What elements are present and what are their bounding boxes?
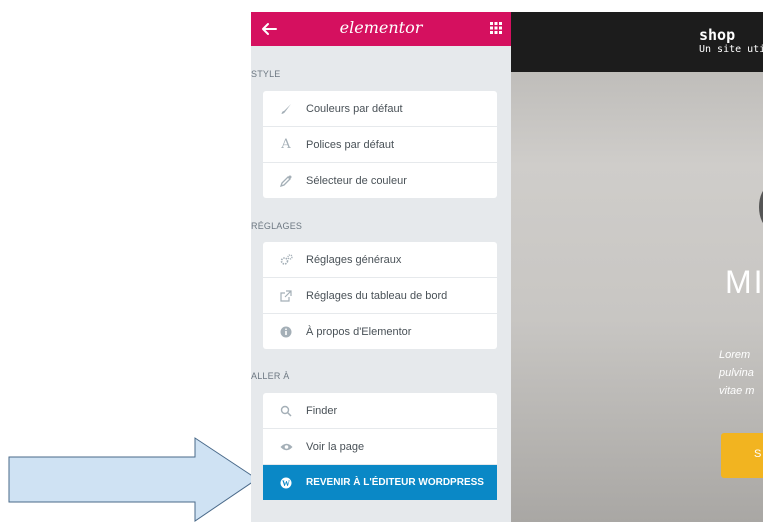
menu-item-label: Polices par défaut <box>306 138 395 151</box>
info-icon <box>279 325 293 339</box>
section-title-settings: RÉGLAGES <box>251 221 303 231</box>
panel-header: elementor <box>251 12 511 46</box>
svg-text:W: W <box>282 479 290 488</box>
menu-item-label: Voir la page <box>306 440 365 453</box>
elementor-logo: elementor <box>339 18 423 37</box>
menu-item-color-picker[interactable]: Sélecteur de couleur <box>263 163 497 198</box>
menu-item-back-to-wordpress-editor[interactable]: W REVENIR À L'ÉDITEUR WORDPRESS <box>263 465 497 500</box>
menu-item-default-fonts[interactable]: A Polices par défaut <box>263 127 497 163</box>
elementor-panel: elementor STYLE Couleurs par défaut A Po… <box>251 12 511 522</box>
menu-item-label: Réglages du tableau de bord <box>306 289 448 302</box>
style-menu: Couleurs par défaut A Polices par défaut… <box>263 91 497 198</box>
hero-title: MI <box>725 264 763 300</box>
hero-text-line: pulvina <box>719 367 754 379</box>
menu-item-view-page[interactable]: Voir la page <box>263 429 497 465</box>
cogs-icon <box>279 253 293 267</box>
section-title-go-to: ALLER À <box>251 371 290 381</box>
menu-item-general-settings[interactable]: Réglages généraux <box>263 242 497 278</box>
wordpress-icon: W <box>279 476 293 490</box>
menu-item-dashboard-settings[interactable]: Réglages du tableau de bord <box>263 278 497 314</box>
hero-button[interactable]: S <box>721 433 763 478</box>
menu-item-label: À propos d'Elementor <box>306 325 412 338</box>
eye-icon <box>279 440 293 454</box>
hero-text-line: Lorem <box>719 349 751 361</box>
menu-item-finder[interactable]: Finder <box>263 393 497 429</box>
hero-button-label: S <box>754 448 762 460</box>
menu-item-label: Sélecteur de couleur <box>306 174 407 187</box>
annotation-arrow <box>8 437 258 522</box>
hero-text: Lorem pulvina vitae m <box>719 346 763 400</box>
menu-item-default-colors[interactable]: Couleurs par défaut <box>263 91 497 127</box>
site-title[interactable]: shop <box>699 26 735 44</box>
menu-item-label: Réglages généraux <box>306 253 402 266</box>
eyedropper-icon <box>279 174 293 188</box>
menu-item-label: Couleurs par défaut <box>306 102 403 115</box>
hero-text-line: vitae m <box>719 385 755 397</box>
widgets-grid-icon[interactable] <box>489 21 503 35</box>
menu-item-about-elementor[interactable]: À propos d'Elementor <box>263 314 497 349</box>
settings-menu: Réglages généraux Réglages du tableau de… <box>263 242 497 349</box>
external-link-icon <box>279 289 293 303</box>
menu-item-label: Finder <box>306 404 338 417</box>
menu-item-label: REVENIR À L'ÉDITEUR WORDPRESS <box>306 477 484 488</box>
hero-image-fragment <box>759 187 763 227</box>
page-preview: shop Un site utilis MI Lorem pulvina vit… <box>511 12 763 522</box>
paintbrush-icon <box>279 102 293 116</box>
section-title-style: STYLE <box>251 69 281 79</box>
font-a-icon: A <box>281 137 291 152</box>
search-icon <box>279 404 293 418</box>
go-to-menu: Finder Voir la page W REVENIR À L'ÉDITEU… <box>263 393 497 500</box>
site-tagline: Un site utilis <box>699 44 763 55</box>
